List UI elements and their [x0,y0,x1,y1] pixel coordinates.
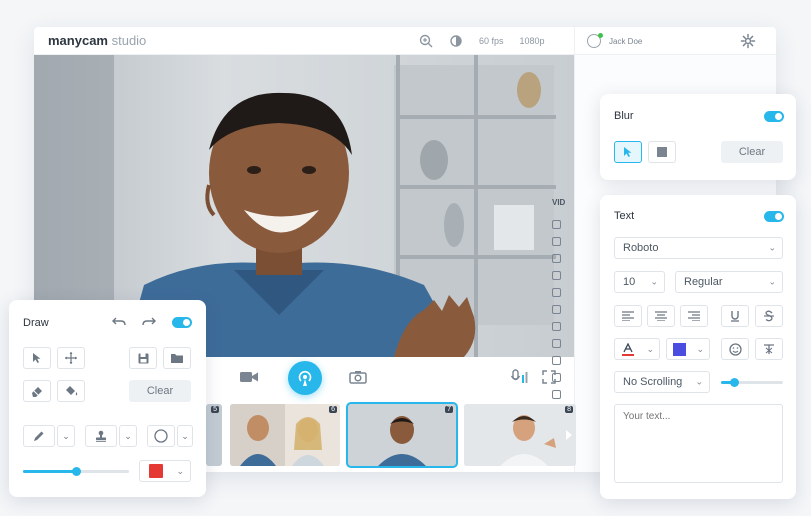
text-background-color-picker[interactable]: ⌄ [666,338,710,360]
text-color-picker[interactable]: ⌄ [614,338,660,360]
font-weight-select[interactable]: Regular ⌄ [675,271,783,293]
scrolling-select[interactable]: No Scrolling ⌄ [614,371,710,393]
save-drawing-button[interactable] [129,347,157,369]
strikethrough-button[interactable] [755,305,783,327]
align-center-button[interactable] [647,305,675,327]
blur-select-tool-button[interactable] [614,141,642,163]
eraser-tool-button[interactable] [23,380,51,402]
camera-icon[interactable] [239,370,259,384]
text-panel-title: Text [614,210,635,222]
chevron-down-icon: ⌄ [695,376,703,387]
blur-panel: Blur Clear [600,94,796,180]
gear-icon[interactable] [740,33,756,49]
underline-button[interactable] [721,305,749,327]
open-folder-button[interactable] [163,347,191,369]
fill-tool-button[interactable] [57,380,85,402]
chevron-down-icon: ⌄ [646,343,654,354]
draw-toggle[interactable] [172,317,192,328]
user-name: Jack Doe [609,36,643,46]
draw-clear-button[interactable]: Clear [129,380,191,402]
font-size-select[interactable]: 10 ⌄ [614,271,665,293]
fullscreen-icon[interactable] [542,370,556,384]
font-family-select[interactable]: Roboto ⌄ [614,237,783,259]
stamp-tool-button[interactable] [85,425,117,447]
clear-formatting-button[interactable] [755,338,783,360]
broadcast-button[interactable] [288,361,322,395]
user-box[interactable]: Jack Doe [574,27,642,55]
app-logo: manycam studio [48,33,147,48]
chevron-down-icon: ⌄ [176,465,184,476]
image-icon[interactable] [552,305,561,314]
top-bar: manycam studio 60 fps 1080p Jack Doe [34,27,776,55]
microphone-icon[interactable] [511,369,529,385]
resolution-label[interactable]: 1080p [520,36,545,46]
undo-icon[interactable] [112,317,126,327]
blur-toggle[interactable] [764,111,784,122]
blur-rectangle-button[interactable] [648,141,676,163]
video-icon[interactable] [552,288,561,297]
preset-thumbnails: 5 6 7 8 [206,402,576,468]
pin-icon[interactable] [552,220,561,229]
preset-thumbnail[interactable]: 5 [206,404,222,466]
stamp-options-dropdown[interactable]: ⌄ [119,425,137,447]
draw-panel-title: Draw [23,317,49,329]
redo-icon[interactable] [142,317,156,327]
fps-label[interactable]: 60 fps [479,36,504,46]
preset-thumbnail[interactable]: 6 [230,404,340,466]
snapshot-icon[interactable] [349,370,367,384]
brush-color-swatch [149,464,163,478]
draw-select-tool-button[interactable] [23,347,51,369]
chevron-down-icon: ⌄ [650,276,658,287]
emoji-button[interactable] [721,338,749,360]
align-left-button[interactable] [614,305,642,327]
pen-options-dropdown[interactable]: ⌄ [57,425,75,447]
paint-icon[interactable] [552,339,561,348]
preset-thumbnail-selected[interactable]: 7 [346,402,458,468]
text-toggle[interactable] [764,211,784,222]
zoom-icon[interactable] [419,34,433,48]
text-input[interactable] [614,404,783,483]
pen-tool-button[interactable] [23,425,55,447]
monitor-icon[interactable] [552,237,561,246]
phone-icon[interactable] [552,390,561,399]
brush-size-slider[interactable] [23,467,129,476]
brush-color-picker[interactable]: ⌄ [139,460,191,482]
blur-clear-button[interactable]: Clear [721,141,783,163]
draw-panel: Draw Clear ⌄ ⌄ ⌄ ⌄ [9,300,206,497]
background-color-swatch [673,342,686,356]
draw-move-tool-button[interactable] [57,347,85,369]
brightness-icon[interactable] [449,34,463,48]
avatar[interactable] [587,33,603,48]
chevron-down-icon: ⌄ [696,343,704,354]
text-panel: Text Roboto ⌄ 10 ⌄ Regular ⌄ ⌄ ⌄ No Scrolli… [600,195,796,499]
gamepad-icon[interactable] [552,254,561,263]
shape-options-dropdown[interactable]: ⌄ [177,425,193,447]
youtube-icon[interactable] [552,322,561,331]
blur-panel-title: Blur [614,110,634,122]
scroll-speed-slider[interactable] [721,378,783,387]
chevron-down-icon: ⌄ [768,276,776,287]
sidebar-section-label: VID [552,198,566,207]
shape-tool-button[interactable] [147,425,175,447]
align-right-button[interactable] [680,305,708,327]
top-bar-tools: 60 fps 1080p [419,27,545,55]
link-icon[interactable] [552,356,561,365]
chevron-down-icon: ⌄ [768,242,776,253]
preset-thumbnail[interactable]: 8 [464,404,576,466]
pen-icon[interactable] [552,271,561,280]
